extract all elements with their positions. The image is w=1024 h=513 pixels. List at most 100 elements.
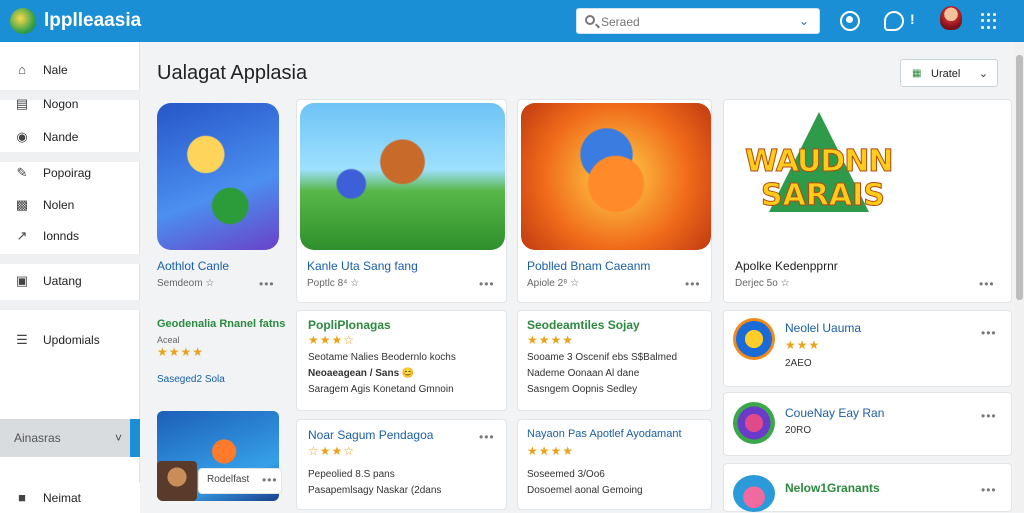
more-icon[interactable]: ••• <box>479 430 495 444</box>
trend-icon: ↗ <box>16 228 28 243</box>
app-icon <box>733 402 775 444</box>
list-item-sub: 20RO <box>785 425 812 436</box>
sidebar-item-3[interactable]: ✎ Popoirag <box>0 158 140 188</box>
sidebar-item-label: Updomials <box>43 333 100 347</box>
app-icon <box>733 318 775 360</box>
search-box[interactable]: ⌄ <box>576 8 820 34</box>
search-input[interactable] <box>601 13 791 30</box>
sort-icon: ▦ <box>912 68 922 79</box>
rating-stars: ★★★★ <box>527 333 575 347</box>
list-item-title[interactable]: CoueNay Eay Ran <box>785 406 884 420</box>
card-line[interactable]: Saragem Agis Konetand Gmnoin <box>308 384 454 395</box>
more-icon[interactable]: ••• <box>259 277 275 291</box>
featured-art-4-logo[interactable]: WAUDNN SARAIS <box>735 112 903 222</box>
character-thumbnail <box>157 461 197 501</box>
camera-icon: ◉ <box>16 129 28 144</box>
featured-title[interactable]: Poblled Bnam Caeanm <box>527 259 650 273</box>
apps-grid-icon[interactable] <box>981 13 997 29</box>
rating-stars: ★★★☆ <box>308 333 356 347</box>
account-icon[interactable] <box>840 11 860 31</box>
update-button[interactable]: ▦ Uratel ⌄ <box>900 59 998 87</box>
sidebar-item-4[interactable]: ▩ Nolen <box>0 190 140 220</box>
card-line: Seotame Nalies Beodernlo kochs <box>308 352 456 363</box>
home-icon: ⌂ <box>18 62 26 77</box>
rating-stars: ★★★★ <box>527 444 575 458</box>
card-line: Nademe Oonaan Al dane <box>527 368 640 379</box>
featured-sub: Poptlc 8⁴ ☆ <box>307 278 360 289</box>
rating-stars: ☆★★☆ <box>308 444 356 458</box>
sidebar-item-bottom[interactable]: ■ Neimat <box>0 483 140 513</box>
sidebar-item-label: Uatang <box>43 274 82 288</box>
sidebar-item-5[interactable]: ↗ Ionnds <box>0 221 140 251</box>
card-line: Pepeolied 8.S pans <box>308 469 395 480</box>
card-title[interactable]: Nayaon Pas Apotlef Ayodamant <box>527 428 682 440</box>
more-icon[interactable]: ••• <box>981 326 997 340</box>
sidebar-item-label: Nogon <box>43 97 79 111</box>
rating-stars: ★★★ <box>785 338 821 352</box>
card-line[interactable]: Dosoemel aonal Gemoing <box>527 485 643 496</box>
chevron-down-icon[interactable]: ˅ <box>115 431 122 445</box>
badge-label: Rodelfast <box>207 474 250 485</box>
featured-art-2[interactable] <box>300 103 505 250</box>
featured-sub: Apiole 2⁸ ☆ <box>527 278 580 289</box>
featured-sub: Derjec 5o ☆ <box>735 278 790 289</box>
list-item-sub: Aceal <box>157 335 180 345</box>
sidebar-item-label: Nolen <box>43 198 75 212</box>
avatar[interactable] <box>940 6 962 30</box>
card-line: Soseemed 3/Oo6 <box>527 469 605 480</box>
sidebar-item-label: Nande <box>43 130 79 144</box>
divider <box>0 254 140 264</box>
more-icon[interactable]: ••• <box>479 277 495 291</box>
chat-icon[interactable] <box>884 11 904 31</box>
list-item-sub: 2AEO <box>785 358 812 369</box>
alert-icon[interactable]: ! <box>910 11 915 27</box>
sidebar-item-6[interactable]: ▣ Uatang <box>0 266 140 296</box>
folder-icon: ■ <box>18 490 26 505</box>
sidebar-item-label: Nale <box>43 63 68 77</box>
media-icon: ▣ <box>15 273 29 288</box>
featured-title[interactable]: Apolke Kedenpprnr <box>735 259 838 273</box>
more-icon[interactable]: ••• <box>262 473 278 487</box>
sidebar-item-1[interactable]: ▤ Nogon <box>0 89 140 119</box>
featured-title[interactable]: Kanle Uta Sang fang <box>307 259 418 273</box>
puzzle-icon: ▩ <box>15 197 29 212</box>
sidebar-selector[interactable]: Ainasras ˅ <box>0 419 140 457</box>
featured-title[interactable]: Aothlot Canle <box>157 259 229 273</box>
chevron-down-icon[interactable]: ⌄ <box>799 14 809 28</box>
list-item-title[interactable]: Nelow1Granants <box>785 481 880 495</box>
logo-text: WAUDNN <box>745 144 895 180</box>
card-line[interactable]: Sasngem Oopnis Sedley <box>527 384 637 395</box>
sidebar-item-2[interactable]: ◉ Nande <box>0 122 140 152</box>
featured-art-1[interactable] <box>157 103 279 250</box>
more-icon[interactable]: ••• <box>981 483 997 497</box>
sidebar-item-0[interactable]: ⌂ Nale <box>0 55 140 85</box>
list-icon: ☰ <box>16 332 28 347</box>
scrollbar-thumb[interactable] <box>1016 55 1023 300</box>
app-title: lpplleaasia <box>44 10 142 31</box>
update-button-label: Uratel <box>931 68 961 80</box>
card-line: Sooame 3 Oscenif ebs S$Balmed <box>527 352 678 363</box>
card-line: Neoaeagean / Sans 😊 <box>308 368 415 379</box>
card-line[interactable]: Pasapemlsagy Naskar (2dans <box>308 485 441 496</box>
divider <box>0 300 140 310</box>
top-bar: lpplleaasia ⌄ ! <box>0 0 1024 42</box>
card-title[interactable]: Seodeamtiles Sojay <box>527 318 640 332</box>
more-icon[interactable]: ••• <box>981 409 997 423</box>
list-item-title[interactable]: Geodenalia Rnanel fatns <box>157 318 285 330</box>
featured-art-3[interactable] <box>521 103 711 250</box>
sidebar-item-7[interactable]: ☰ Updomials <box>0 325 140 355</box>
selector-accent <box>130 419 140 457</box>
chevron-down-icon: ⌄ <box>978 68 988 80</box>
card-title[interactable]: PopliPlonagas <box>308 318 391 332</box>
sidebar-selector-label: Ainasras <box>14 431 61 445</box>
card-title[interactable]: Noar Sagum Pendagoa <box>308 428 433 442</box>
list-item-title[interactable]: Neolel Uauma <box>785 321 861 335</box>
page-title: Ualagat Applasia <box>157 62 308 84</box>
more-icon[interactable]: ••• <box>685 277 701 291</box>
list-item-link[interactable]: Saseged2 Sola <box>157 374 225 385</box>
logo-text: SARAIS <box>761 178 886 214</box>
more-icon[interactable]: ••• <box>979 277 995 291</box>
search-icon <box>585 15 595 25</box>
sidebar-item-label: Popoirag <box>43 166 92 180</box>
app-logo-icon[interactable] <box>10 8 36 34</box>
